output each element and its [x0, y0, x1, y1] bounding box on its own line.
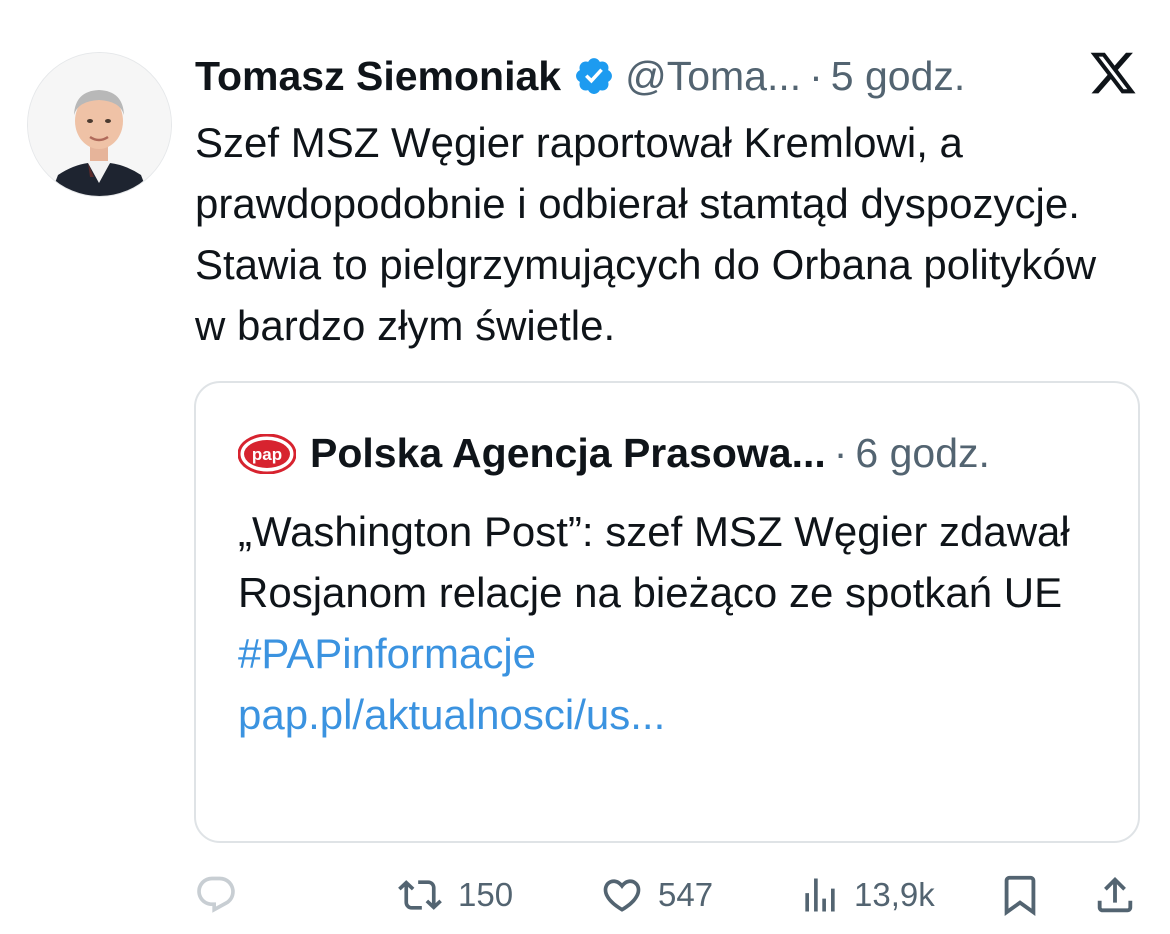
quoted-tweet-header: pap Polska Agencja Prasowa... · 6 godz. [237, 430, 990, 477]
share-icon [1092, 872, 1138, 918]
verified-badge-icon [573, 55, 615, 97]
avatar-image [28, 53, 171, 196]
reply-icon [194, 873, 238, 917]
like-button[interactable]: 547 [598, 865, 713, 925]
pap-logo-text: pap [252, 445, 282, 464]
share-button[interactable] [1092, 865, 1138, 925]
separator-dot: · [833, 430, 848, 476]
action-bar: 150 547 13,9k [0, 865, 1170, 925]
bookmark-icon [997, 872, 1043, 918]
article-link[interactable]: pap.pl/aktualnosci/us... [238, 684, 1118, 745]
retweet-count: 150 [458, 876, 514, 913]
quoted-author-name[interactable]: Polska Agencja Prasowa... [310, 430, 826, 477]
avatar[interactable] [27, 52, 172, 197]
quoted-tweet-time[interactable]: 6 godz. [855, 430, 990, 477]
like-count: 547 [658, 876, 714, 913]
quoted-tweet[interactable]: pap Polska Agencja Prasowa... · 6 godz. … [194, 381, 1140, 843]
separator-dot: · [809, 52, 823, 99]
like-icon [598, 873, 646, 917]
author-name[interactable]: Tomasz Siemoniak [195, 53, 561, 100]
x-logo-icon [1088, 48, 1138, 98]
author-handle[interactable]: @Toma... [625, 53, 801, 100]
views-icon [798, 873, 842, 917]
retweet-button[interactable]: 150 [394, 865, 513, 925]
hashtag-link[interactable]: #PAPinformacje [238, 623, 1118, 684]
quoted-tweet-body: „Washington Post”: szef MSZ Węgier zdawa… [238, 501, 1118, 745]
tweet-header: Tomasz Siemoniak @Toma... · 5 godz. [195, 50, 1075, 102]
bookmark-button[interactable] [997, 865, 1043, 925]
retweet-icon [394, 873, 446, 917]
pap-logo-icon: pap [237, 433, 297, 474]
quoted-tweet-text: „Washington Post”: szef MSZ Węgier zdawa… [238, 508, 1070, 616]
views-count: 13,9k [854, 876, 935, 913]
views-button[interactable]: 13,9k [798, 865, 935, 925]
tweet-time[interactable]: 5 godz. [831, 53, 966, 100]
reply-button[interactable] [194, 865, 250, 925]
tweet-text: Szef MSZ Węgier raportował Kremlowi, a p… [195, 119, 1097, 349]
